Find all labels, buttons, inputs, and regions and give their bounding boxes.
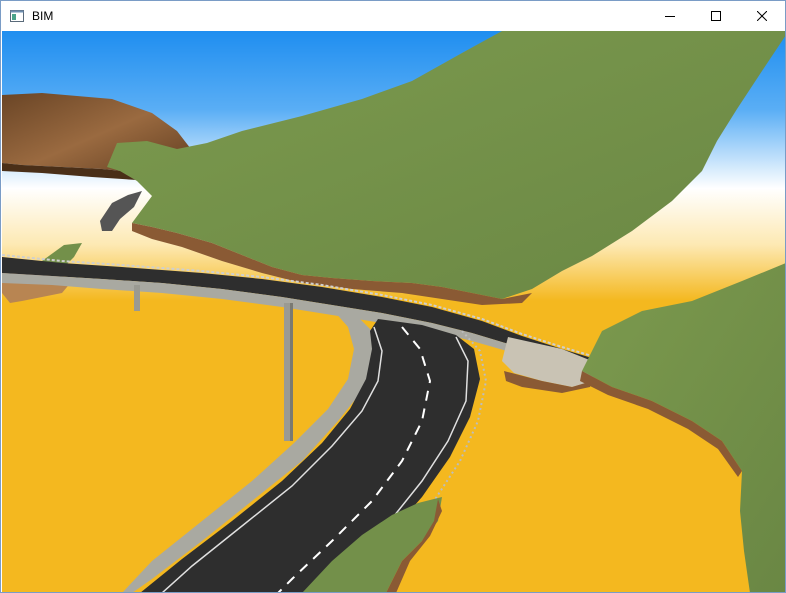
window-title: BIM [32, 9, 54, 23]
window-controls [647, 1, 785, 31]
close-button[interactable] [739, 1, 785, 31]
3d-viewport[interactable] [2, 31, 785, 592]
maximize-button[interactable] [693, 1, 739, 31]
bim-scene [2, 31, 785, 592]
maximize-icon [711, 11, 721, 21]
minimize-icon [665, 16, 675, 17]
app-window: BIM [0, 0, 786, 593]
title-bar[interactable]: BIM [1, 1, 785, 31]
bridge-pier-2-shadow [290, 303, 293, 441]
bridge-pier-1 [134, 285, 140, 311]
close-icon [757, 11, 767, 21]
minimize-button[interactable] [647, 1, 693, 31]
application-window-icon [10, 10, 24, 22]
